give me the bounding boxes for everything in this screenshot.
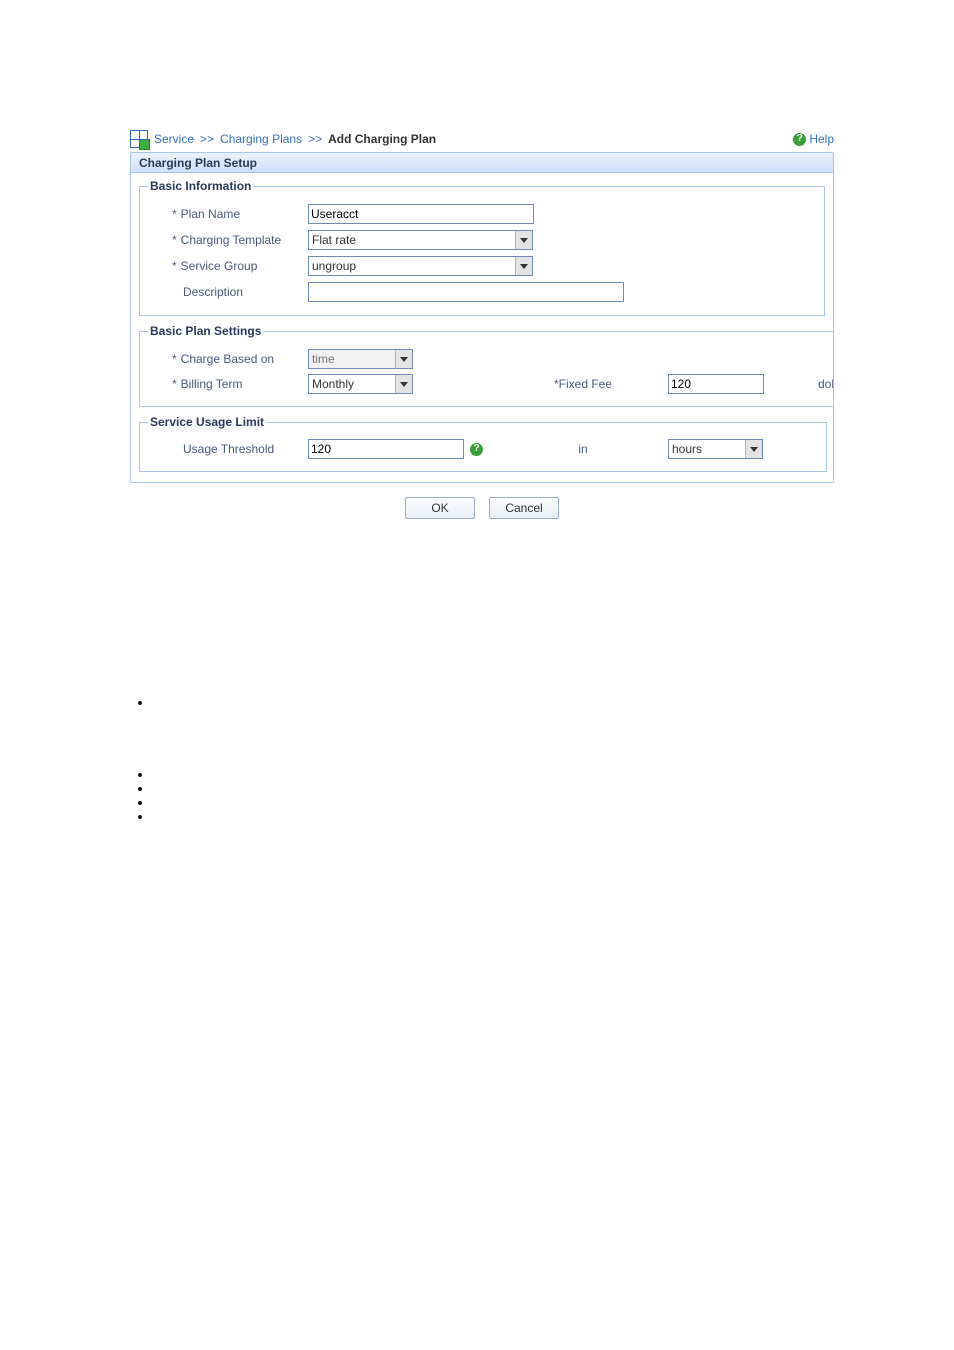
breadcrumb-current: Add Charging Plan [328,132,436,146]
charging-template-value: Flat rate [312,233,356,247]
basic-information-group: Basic Information *Plan Name *Charging T… [139,179,825,316]
usage-unit-value: hours [672,442,702,456]
fixed-fee-unit: dollar [818,377,834,391]
description-input[interactable] [308,282,624,302]
basic-plan-settings-legend: Basic Plan Settings [148,324,263,338]
breadcrumb-service[interactable]: Service [154,132,194,146]
basic-information-legend: Basic Information [148,179,253,193]
fixed-fee-input[interactable] [668,374,764,394]
help-icon[interactable]: ? [470,443,483,456]
fixed-fee-label: *Fixed Fee [498,377,668,391]
chevron-down-icon [515,231,532,249]
billing-term-label: *Billing Term [148,377,308,391]
chevron-down-icon [745,440,762,458]
basic-plan-settings-group: Basic Plan Settings *Charge Based on tim… [139,324,834,407]
chevron-down-icon [515,257,532,275]
breadcrumb-sep-1: >> [200,132,214,146]
description-label: Description [148,285,308,299]
button-bar: OK Cancel [130,497,834,519]
charge-based-on-label: *Charge Based on [148,352,308,366]
service-group-select[interactable]: ungroup [308,256,533,276]
breadcrumb: Service >> Charging Plans >> Add Chargin… [130,130,436,148]
billing-term-value: Monthly [312,377,354,391]
ok-button[interactable]: OK [405,497,475,519]
service-usage-limit-legend: Service Usage Limit [148,415,266,429]
plan-name-label: *Plan Name [148,207,308,221]
usage-in-label: in [498,442,668,456]
cancel-button[interactable]: Cancel [489,497,559,519]
list-item [153,808,834,822]
help-label: Help [809,132,834,146]
grid-plus-icon [130,130,148,148]
charging-template-label: *Charging Template [148,233,308,247]
charging-template-select[interactable]: Flat rate [308,230,533,250]
service-group-value: ungroup [312,259,356,273]
chevron-down-icon [395,375,412,393]
usage-threshold-input[interactable] [308,439,464,459]
list-item [153,780,834,794]
billing-term-select[interactable]: Monthly [308,374,413,394]
usage-threshold-label: Usage Threshold [148,442,308,456]
list-item [153,766,834,780]
charge-based-on-select[interactable]: time [308,349,413,369]
charging-plan-panel: Charging Plan Setup Basic Information *P… [130,152,834,483]
service-usage-limit-group: Service Usage Limit Usage Threshold ? in… [139,415,827,472]
plan-name-input[interactable] [308,204,534,224]
service-group-label: *Service Group [148,259,308,273]
help-icon: ? [793,133,806,146]
list-item [153,694,834,708]
chevron-down-icon [395,350,412,368]
list-item [153,794,834,808]
top-row: Service >> Charging Plans >> Add Chargin… [130,130,834,148]
breadcrumb-sep-2: >> [308,132,322,146]
usage-unit-select[interactable]: hours [668,439,763,459]
bullet-list [135,694,834,822]
breadcrumb-charging-plans[interactable]: Charging Plans [220,132,302,146]
help-link[interactable]: ? Help [793,132,834,146]
charge-based-on-value: time [312,352,335,366]
panel-title: Charging Plan Setup [131,153,833,173]
